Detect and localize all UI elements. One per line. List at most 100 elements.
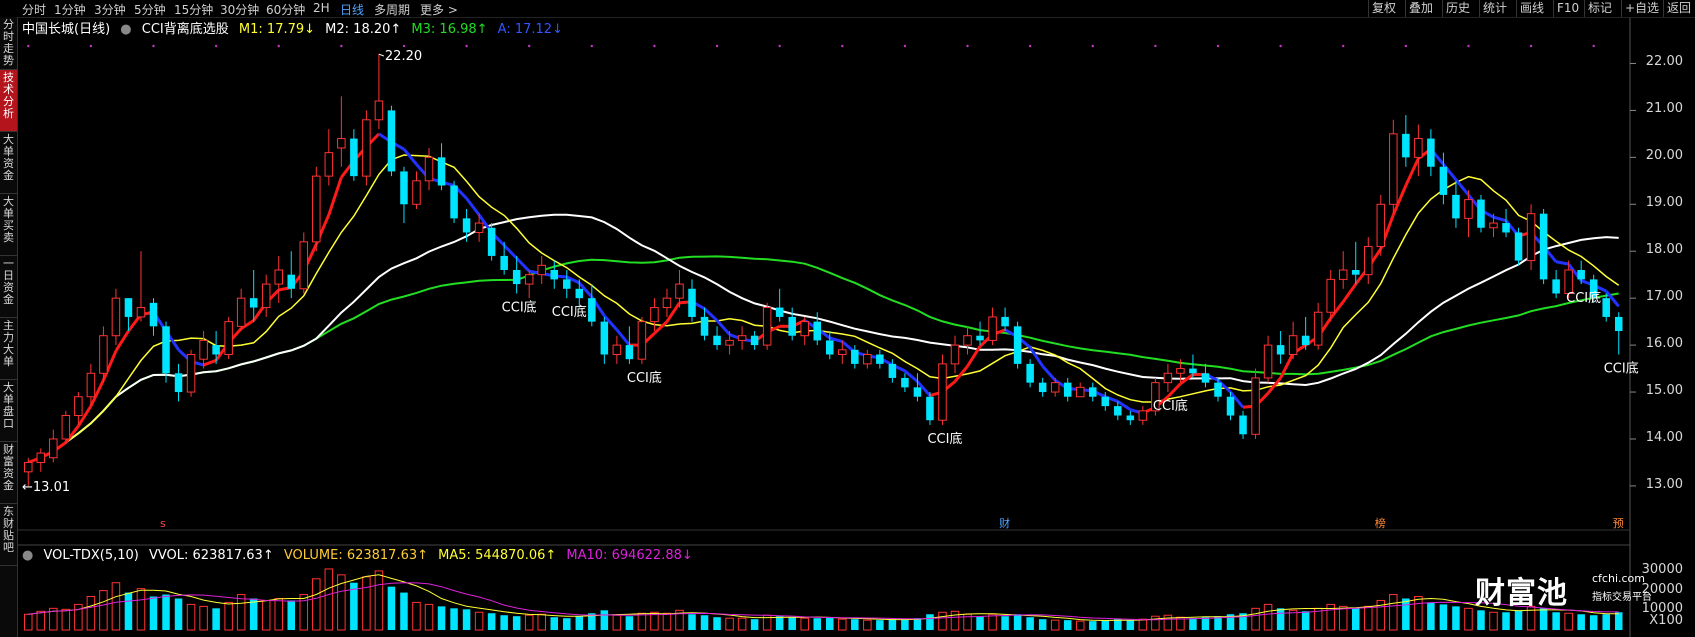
candle-body: [675, 283, 684, 299]
stock-title: 中国长城(日线): [22, 22, 111, 37]
candle-body: [637, 321, 647, 360]
series-a-segment: [653, 320, 668, 335]
volume-bar: [913, 618, 922, 630]
volume-bar: [725, 617, 734, 631]
candle-body: [61, 415, 71, 440]
event-tag-dot: s: [160, 517, 166, 530]
signal-dot: [715, 44, 719, 48]
indicator-toggle-icon[interactable]: ●: [120, 22, 131, 37]
candle-body: [1489, 222, 1498, 229]
candle-body: [838, 349, 847, 355]
candle-body: [537, 264, 546, 276]
volume-bar: [274, 597, 283, 631]
candle-body: [1364, 246, 1373, 276]
volume-bar: [162, 594, 170, 630]
price-axis-label: 13.00: [1645, 476, 1683, 492]
volume-bar: [713, 617, 721, 630]
kline-chart[interactable]: 22.20 ←13.01 CCI底 CCI底 CCI底 CCI底 CCI底 CCI底 CCI底财…: [0, 0, 1695, 637]
volume-bar: [1189, 618, 1197, 630]
candle-body: [162, 326, 170, 374]
candle-body: [1389, 133, 1398, 205]
volume-bar: [1402, 598, 1410, 630]
candle-body: [337, 138, 346, 149]
signal-dot: [89, 44, 93, 48]
candle-body: [713, 335, 721, 346]
candle-body: [500, 255, 508, 270]
m3-value: M3: 16.98↑: [411, 22, 488, 37]
volume-bar: [1614, 612, 1623, 630]
indicator-name[interactable]: CCI背离底选股: [142, 22, 229, 37]
candle-body: [512, 270, 521, 285]
volume-bar: [950, 610, 960, 631]
candle-body: [1251, 377, 1260, 435]
high-price-label: 22.20: [385, 49, 422, 64]
candle-body: [1439, 166, 1448, 195]
volume-bar: [888, 619, 897, 630]
volume-indicator-name[interactable]: VOL-TDX(5,10): [43, 548, 138, 563]
volume-bar: [838, 618, 847, 631]
candle-body: [1163, 372, 1173, 384]
price-axis-label: 20.00: [1645, 148, 1683, 164]
candle-body: [550, 270, 559, 280]
volume-bar: [800, 617, 809, 631]
candle-body: [762, 307, 772, 346]
volume-bar: [487, 613, 496, 630]
candle-body: [913, 387, 922, 397]
series-a-segment: [1404, 157, 1420, 187]
candle-body: [1402, 133, 1410, 158]
candle-body: [725, 339, 734, 346]
series-a-segment: [515, 257, 531, 273]
volume-bar: [24, 613, 33, 631]
signal-dot: [966, 44, 969, 48]
volume-bar: [1552, 612, 1560, 630]
candle-body: [1326, 278, 1335, 313]
candle-body: [1126, 415, 1135, 421]
series-a-segment: [1493, 215, 1507, 223]
candle-body: [387, 110, 396, 172]
signal-dot: [1279, 44, 1282, 48]
candle-body: [700, 316, 709, 336]
signal-dot: [590, 44, 594, 48]
candle-body: [1013, 326, 1022, 364]
ma5-value: MA5: 544870.06↑: [438, 548, 557, 563]
candle-body: [1614, 316, 1623, 332]
volume-value: VOLUME: 623817.63↑: [283, 548, 429, 563]
candle-body: [261, 283, 271, 309]
volume-bar: [1514, 610, 1523, 630]
volume-bar: [1276, 608, 1285, 630]
volume-bar: [1364, 605, 1373, 631]
volume-bar: [1414, 596, 1423, 631]
volume-bar: [387, 586, 396, 630]
low-price-label: ←13.01: [22, 480, 70, 495]
cci-bottom-label: CCI底: [1153, 398, 1188, 414]
candle-body: [149, 302, 158, 327]
volume-bar: [1138, 618, 1148, 631]
a-value: A: 17.12↓: [497, 22, 563, 37]
candle-body: [563, 279, 571, 289]
volume-bar: [938, 611, 947, 631]
volume-bar: [1201, 617, 1210, 630]
candle-body: [249, 298, 258, 308]
candle-body: [1276, 345, 1285, 355]
volume-bar: [876, 620, 884, 630]
candle-body: [1189, 368, 1197, 374]
price-indicator-line: 中国长城(日线) ● CCI背离底选股 M1: 17.79↓ M2: 18.20…: [22, 18, 569, 37]
candle-body: [1502, 223, 1510, 233]
volume-bar: [637, 612, 647, 631]
series-a-segment: [203, 358, 217, 367]
candle-body: [575, 288, 584, 299]
series-a-segment: [715, 319, 731, 336]
candle-body: [1288, 335, 1298, 355]
series-a-segment: [1166, 382, 1182, 398]
candle-body: [625, 345, 634, 360]
event-tag-2: 预: [1613, 517, 1624, 530]
volume-bar: [700, 615, 709, 630]
candle-body: [926, 396, 934, 421]
volume-bar: [612, 614, 622, 631]
volume-toggle-icon[interactable]: ●: [22, 548, 33, 563]
volume-bar: [400, 592, 408, 630]
candle-body: [1414, 138, 1423, 158]
volume-bar: [512, 616, 521, 630]
candle-body: [1026, 363, 1034, 383]
volume-bar: [1464, 607, 1473, 631]
